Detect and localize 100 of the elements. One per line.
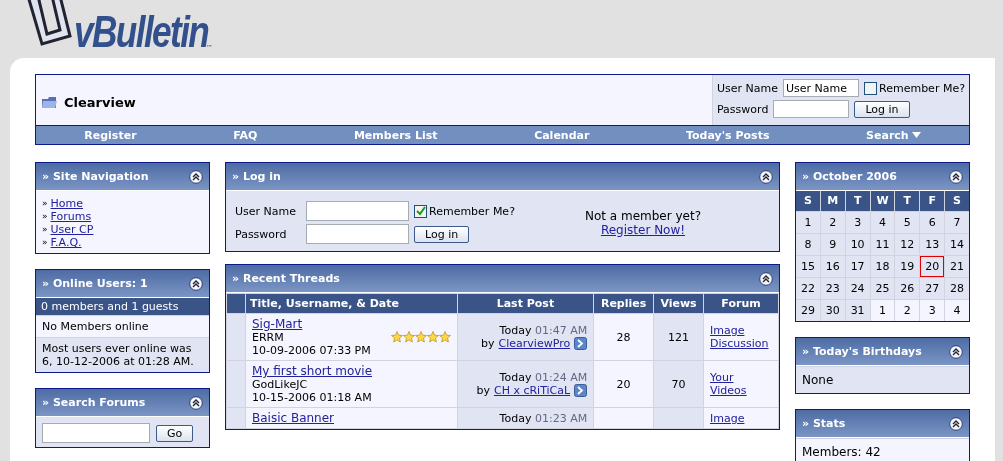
thread-date: 10-15-2006 01:18 AM <box>252 391 373 404</box>
calendar-day[interactable]: 26 <box>895 278 920 299</box>
password-field[interactable] <box>306 224 409 244</box>
thread-title-link[interactable]: My first short movie <box>252 364 373 378</box>
calendar-day[interactable]: 11 <box>870 234 895 255</box>
column-header <box>227 294 245 313</box>
calendar-day[interactable]: 2 <box>895 300 920 321</box>
calendar-day[interactable]: 5 <box>895 212 920 233</box>
calendar-day[interactable]: 13 <box>920 234 945 255</box>
block-title: » Stats <box>802 417 846 430</box>
block-title: » Site Navigation <box>42 170 149 183</box>
thread-author: ERRM <box>252 331 285 344</box>
calendar-day[interactable]: 8 <box>796 234 820 255</box>
remember-label: Remember Me? <box>429 204 515 218</box>
folder-icon <box>42 95 58 109</box>
calendar-day[interactable]: 17 <box>845 256 870 277</box>
calendar-day[interactable]: 28 <box>945 278 969 299</box>
by-label: by <box>476 384 490 397</box>
remember-checkbox[interactable] <box>864 81 877 95</box>
bullet-icon: » <box>42 210 48 223</box>
reply-count: 20 <box>616 377 631 391</box>
calendar-day[interactable]: 19 <box>895 256 920 277</box>
calendar-day[interactable]: 22 <box>796 278 820 299</box>
calendar-day[interactable]: 29 <box>796 300 820 321</box>
calendar-day[interactable]: 18 <box>870 256 895 277</box>
calendar-day[interactable]: 4 <box>945 300 969 321</box>
calendar-day[interactable]: 14 <box>945 234 969 255</box>
calendar-day[interactable]: 23 <box>820 278 845 299</box>
calendar-day[interactable]: 27 <box>920 278 945 299</box>
star-icon <box>390 331 403 343</box>
calendar-day[interactable]: 15 <box>796 256 820 277</box>
go-button[interactable]: Go <box>156 424 194 442</box>
login-button[interactable]: Log in <box>414 225 470 243</box>
weekday-header: T <box>895 191 920 211</box>
calendar-day[interactable]: 24 <box>845 278 870 299</box>
calendar-day[interactable]: 1 <box>870 300 895 321</box>
calendar-day[interactable]: 21 <box>945 256 969 277</box>
collapse-icon[interactable] <box>189 169 203 184</box>
calendar-day[interactable]: 3 <box>920 300 945 321</box>
calendar-day[interactable]: 2 <box>820 212 845 233</box>
username-label: User Name <box>235 204 298 218</box>
nav-link[interactable]: User CP <box>50 223 94 236</box>
bullet-icon: » <box>42 223 48 236</box>
star-icon <box>438 331 451 343</box>
search-field[interactable] <box>42 423 150 443</box>
column-header: Views <box>654 294 703 313</box>
reply-count: 28 <box>616 330 631 344</box>
thread-title-link[interactable]: Sig-Mart <box>252 317 303 331</box>
calendar-day[interactable]: 1 <box>796 212 820 233</box>
calendar-day[interactable]: 10 <box>845 234 870 255</box>
calendar-day[interactable]: 4 <box>870 212 895 233</box>
nav-link[interactable]: F.A.Q. <box>50 236 82 249</box>
collapse-icon[interactable] <box>189 276 203 291</box>
calendar-day[interactable]: 7 <box>945 212 969 233</box>
calendar-day[interactable]: 30 <box>820 300 845 321</box>
collapse-icon[interactable] <box>949 169 963 184</box>
thread-author: GodLikeJC <box>252 378 309 391</box>
star-icon <box>426 331 439 343</box>
password-label: Password <box>235 227 288 241</box>
calendar-day[interactable]: 12 <box>895 234 920 255</box>
last-poster-link[interactable]: CH x cRiTiCaL <box>493 384 571 397</box>
collapse-icon[interactable] <box>189 395 203 410</box>
register-link[interactable]: Register Now! <box>600 222 686 237</box>
calendar-day[interactable]: 9 <box>820 234 845 255</box>
go-to-post-icon[interactable] <box>574 337 588 350</box>
calendar-day[interactable]: 20 <box>920 256 945 277</box>
members-count: Members: 42 <box>796 438 969 461</box>
last-post-time: 01:47 AM <box>534 324 588 337</box>
last-post-time: 01:23 AM <box>534 411 588 425</box>
username-field[interactable]: User Name <box>783 79 859 97</box>
last-post-time: 01:24 AM <box>534 371 588 384</box>
calendar-day[interactable]: 31 <box>845 300 870 321</box>
column-header: Title, Username, & Date <box>246 294 457 313</box>
block-title: » October 2006 <box>802 170 897 183</box>
calendar-day[interactable]: 25 <box>870 278 895 299</box>
last-post-day: Today <box>499 371 532 384</box>
logo-text: vBulletin <box>74 8 209 56</box>
go-to-post-icon[interactable] <box>574 384 588 397</box>
collapse-icon[interactable] <box>759 271 773 286</box>
weekday-header: S <box>945 191 969 211</box>
online-members: No Members online <box>36 315 209 337</box>
username-field[interactable] <box>306 201 409 221</box>
nav-link[interactable]: Home <box>50 197 83 210</box>
block-title: » Recent Threads <box>232 272 340 285</box>
last-poster-link[interactable]: ClearviewPro <box>498 337 571 350</box>
last-post-day: Today <box>499 411 532 425</box>
calendar-day[interactable]: 16 <box>820 256 845 277</box>
collapse-icon[interactable] <box>949 416 963 431</box>
calendar-day[interactable]: 3 <box>845 212 870 233</box>
collapse-icon[interactable] <box>759 169 773 184</box>
username-label: User Name <box>717 81 778 95</box>
view-count: 70 <box>671 377 686 391</box>
password-label: Password <box>717 102 769 116</box>
nav-link[interactable]: Forums <box>50 210 92 223</box>
collapse-icon[interactable] <box>949 344 963 359</box>
password-field[interactable] <box>773 100 850 118</box>
login-button[interactable]: Log in <box>854 100 910 118</box>
remember-label: Remember Me? <box>879 81 965 95</box>
remember-checkbox[interactable] <box>414 204 427 218</box>
calendar-day[interactable]: 6 <box>920 212 945 233</box>
